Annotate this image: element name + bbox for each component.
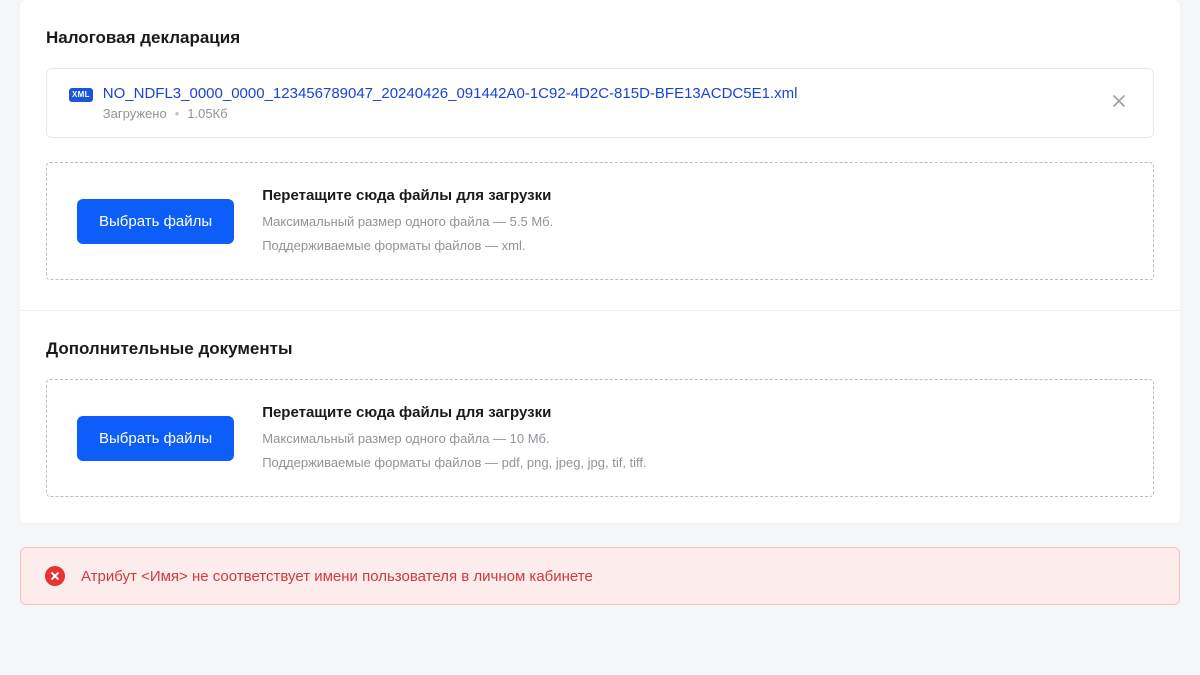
dropzone-formats: Поддерживаемые форматы файлов — xml. [262, 236, 553, 256]
additional-dropzone-title: Перетащите сюда файлы для загрузки [262, 404, 646, 421]
dropzone-maxsize: Максимальный размер одного файла — 5.5 М… [262, 212, 553, 232]
section-divider [20, 310, 1180, 311]
choose-additional-files-button[interactable]: Выбрать файлы [77, 416, 234, 461]
additional-dropzone-formats: Поддерживаемые форматы файлов — pdf, png… [262, 453, 646, 473]
declaration-section: Налоговая декларация XML NO_NDFL3_0000_0… [46, 28, 1154, 280]
error-message: Атрибут <Имя> не соответствует имени пол… [81, 568, 593, 585]
uploaded-file-row: XML NO_NDFL3_0000_0000_123456789047_2024… [46, 68, 1154, 138]
additional-title: Дополнительные документы [46, 339, 1154, 359]
file-info: XML NO_NDFL3_0000_0000_123456789047_2024… [69, 85, 797, 121]
remove-file-button[interactable] [1107, 89, 1131, 117]
choose-files-button[interactable]: Выбрать файлы [77, 199, 234, 244]
meta-separator: • [175, 106, 180, 121]
declaration-title: Налоговая декларация [46, 28, 1154, 48]
file-name[interactable]: NO_NDFL3_0000_0000_123456789047_20240426… [103, 85, 798, 102]
close-icon [1111, 93, 1127, 109]
additional-dropzone-text: Перетащите сюда файлы для загрузки Макси… [262, 404, 646, 472]
file-status: Загружено [103, 106, 167, 121]
error-icon [45, 566, 65, 586]
additional-dropzone-maxsize: Максимальный размер одного файла — 10 Мб… [262, 429, 646, 449]
additional-section: Дополнительные документы Выбрать файлы П… [46, 339, 1154, 497]
additional-dropzone[interactable]: Выбрать файлы Перетащите сюда файлы для … [46, 379, 1154, 497]
dropzone-text: Перетащите сюда файлы для загрузки Макси… [262, 187, 553, 255]
file-size: 1.05Кб [187, 106, 227, 121]
file-meta: Загружено • 1.05Кб [103, 106, 798, 121]
error-alert: Атрибут <Имя> не соответствует имени пол… [20, 547, 1180, 605]
dropzone-title: Перетащите сюда файлы для загрузки [262, 187, 553, 204]
declaration-dropzone[interactable]: Выбрать файлы Перетащите сюда файлы для … [46, 162, 1154, 280]
file-text: NO_NDFL3_0000_0000_123456789047_20240426… [103, 85, 798, 121]
upload-card: Налоговая декларация XML NO_NDFL3_0000_0… [20, 0, 1180, 523]
xml-file-icon: XML [69, 88, 93, 102]
